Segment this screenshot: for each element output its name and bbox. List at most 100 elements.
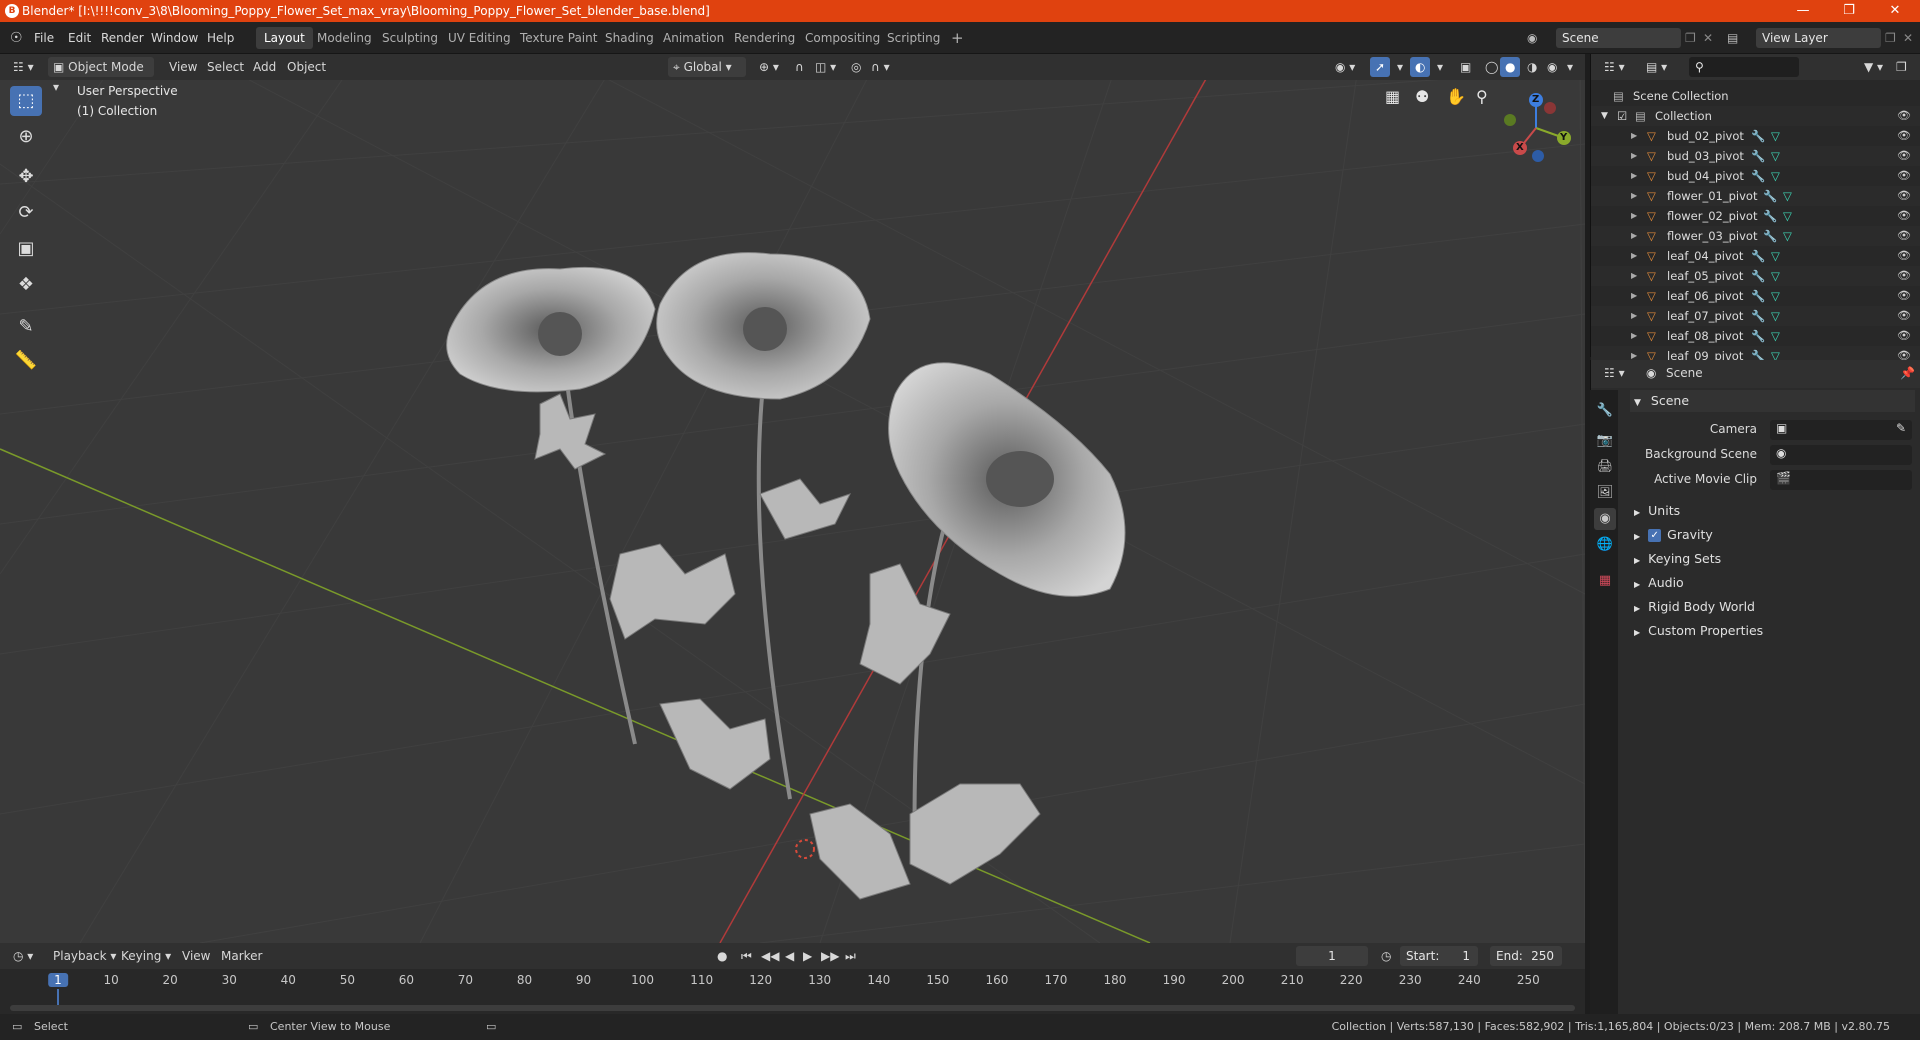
view-layer-remove-icon[interactable]: ✕ [1903,22,1913,54]
scale-tool-icon[interactable]: ▣ [10,234,42,264]
tab-shading[interactable]: Shading [597,27,662,49]
tab-rendering[interactable]: Rendering [726,27,803,49]
mesh-data-icon[interactable]: ▽ [1783,206,1792,226]
background-scene-field[interactable]: ◉ [1770,445,1912,465]
eye-icon[interactable]: 👁 [1897,246,1911,266]
panel-keying-sets[interactable]: ▶ Keying Sets [1630,548,1915,570]
eye-icon[interactable]: 👁 [1897,166,1911,186]
menu-view[interactable]: View [164,57,202,77]
world-tab-icon[interactable]: 🌐 [1594,534,1616,556]
expand-arrow-icon[interactable]: ▶ [1631,206,1637,226]
mesh-data-icon[interactable]: ▽ [1771,266,1780,286]
modifier-wrench-icon[interactable]: 🔧 [1763,226,1777,246]
current-frame-field[interactable]: 1 [1296,946,1368,966]
modifier-wrench-icon[interactable]: 🔧 [1751,306,1765,326]
falloff-icon[interactable]: ∩ ▾ [866,57,895,77]
filter-icon[interactable]: ▼ ▾ [1859,57,1888,77]
scene-remove-icon[interactable]: ✕ [1703,22,1713,54]
outliner-row-leaf-07-pivot[interactable]: ▶ ▽ leaf_07_pivot 🔧 ▽ 👁 [1591,306,1920,326]
modifier-wrench-icon[interactable]: 🔧 [1751,126,1765,146]
menu-marker[interactable]: Marker [216,946,267,966]
tab-scripting[interactable]: Scripting [879,27,948,49]
outliner-row-flower-03-pivot[interactable]: ▶ ▽ flower_03_pivot 🔧 ▽ 👁 [1591,226,1920,246]
outliner-row-leaf-04-pivot[interactable]: ▶ ▽ leaf_04_pivot 🔧 ▽ 👁 [1591,246,1920,266]
timeline-scrollbar[interactable] [10,1005,1575,1011]
mesh-data-icon[interactable]: ▽ [1783,186,1792,206]
scene-selector[interactable]: Scene [1556,28,1681,48]
tool-tab-icon[interactable]: 🔧 [1594,400,1616,422]
expand-arrow-icon[interactable]: ▶ [1631,226,1637,246]
transform-orientation-selector[interactable]: ⌖ Global ▾ [668,57,746,77]
panel-audio[interactable]: ▶ Audio [1630,572,1915,594]
eye-icon[interactable]: 👁 [1897,126,1911,146]
jump-end-icon[interactable]: ⏭ [840,946,861,966]
mesh-data-icon[interactable]: ▽ [1771,246,1780,266]
outliner-row-leaf-05-pivot[interactable]: ▶ ▽ leaf_05_pivot 🔧 ▽ 👁 [1591,266,1920,286]
new-collection-icon[interactable]: ❐ [1891,57,1912,77]
menu-object[interactable]: Object [282,57,331,77]
blender-menu-icon[interactable]: ☉ [10,22,23,54]
expand-arrow-icon[interactable]: ▶ [1631,186,1637,206]
mesh-data-icon[interactable]: ▽ [1771,286,1780,306]
view-layer-tab-icon[interactable]: 🖼 [1594,482,1616,504]
mesh-data-icon[interactable]: ▽ [1783,226,1792,246]
outliner-row-leaf-08-pivot[interactable]: ▶ ▽ leaf_08_pivot 🔧 ▽ 👁 [1591,326,1920,346]
select-box-tool-icon[interactable]: ⬚ [10,86,42,116]
playhead-current-frame[interactable]: 1 [48,973,68,987]
expand-arrow-icon[interactable]: ▶ [1631,146,1637,166]
menu-render[interactable]: Render [101,22,144,54]
menu-keying[interactable]: Keying ▾ [116,946,176,966]
close-icon[interactable]: ✕ [1872,0,1918,22]
panel-gravity[interactable]: ▶ ✓ Gravity [1630,524,1915,546]
view-layer-selector[interactable]: View Layer [1756,28,1881,48]
eyedropper-icon[interactable]: ✎ [1896,421,1906,435]
gizmo-dropdown-icon[interactable]: ▾ [1392,57,1408,77]
expand-arrow-icon[interactable]: ▶ [1631,306,1637,326]
restore-icon[interactable]: ❐ [1826,0,1872,22]
display-mode-icon[interactable]: ▤ ▾ [1641,57,1672,77]
editor-type-icon[interactable]: ☷ ▾ [8,57,39,77]
menu-timeline-view[interactable]: View [177,946,215,966]
outliner-editor-type-icon[interactable]: ☷ ▾ [1599,57,1630,77]
eye-icon[interactable]: 👁 [1897,206,1911,226]
record-icon[interactable]: ● [712,946,732,966]
eye-icon[interactable]: 👁 [1897,146,1911,166]
eye-icon[interactable]: 👁 [1897,326,1911,346]
mesh-data-icon[interactable]: ▽ [1771,326,1780,346]
proportional-edit-icon[interactable]: ◎ [846,57,866,77]
pivot-point-icon[interactable]: ⊕ ▾ [754,57,784,77]
mesh-data-icon[interactable]: ▽ [1771,166,1780,186]
render-tab-icon[interactable]: 📷 [1594,430,1616,452]
menu-help[interactable]: Help [207,22,234,54]
gravity-checkbox[interactable]: ✓ [1648,529,1662,542]
view-layer-new-icon[interactable]: ❐ [1885,22,1896,54]
texture-tab-icon[interactable]: ▦ [1594,570,1616,592]
rotate-tool-icon[interactable]: ⟳ [10,198,42,228]
xray-toggle-icon[interactable]: ▣ [1455,57,1476,77]
panel-units[interactable]: ▶ Units [1630,500,1915,522]
add-workspace-button[interactable]: + [943,27,972,49]
timeline-editor-type-icon[interactable]: ◷ ▾ [8,946,38,966]
tab-animation[interactable]: Animation [655,27,732,49]
measure-tool-icon[interactable]: 📏 [10,346,42,376]
playhead-line[interactable] [57,989,59,1005]
modifier-wrench-icon[interactable]: 🔧 [1751,266,1765,286]
shading-solid-icon[interactable]: ● [1500,57,1521,77]
toggle-camera-grid-icon[interactable]: ▦ [1385,87,1400,106]
tab-modeling[interactable]: Modeling [309,27,380,49]
zoom-view-icon[interactable]: ⚲ [1476,87,1488,106]
tab-compositing[interactable]: Compositing [797,27,888,49]
outliner-row-leaf-06-pivot[interactable]: ▶ ▽ leaf_06_pivot 🔧 ▽ 👁 [1591,286,1920,306]
modifier-wrench-icon[interactable]: 🔧 [1763,206,1777,226]
eye-icon[interactable]: 👁 [1897,266,1911,286]
tab-uv-editing[interactable]: UV Editing [440,27,519,49]
eye-icon[interactable]: 👁 [1897,186,1911,206]
3d-viewport[interactable]: User Perspective (1) Collection ▦ ⚉ ✋ ⚲ … [0,54,1585,943]
output-tab-icon[interactable]: 🖨 [1594,456,1616,478]
pin-icon[interactable]: 📌 [1895,363,1920,383]
play-reverse-icon[interactable]: ◀ [780,946,799,966]
panel-rigid-body-world[interactable]: ▶ Rigid Body World [1630,596,1915,618]
outliner-row-bud-03-pivot[interactable]: ▶ ▽ bud_03_pivot 🔧 ▽ 👁 [1591,146,1920,166]
scene-new-icon[interactable]: ❐ [1685,22,1696,54]
mesh-data-icon[interactable]: ▽ [1771,126,1780,146]
